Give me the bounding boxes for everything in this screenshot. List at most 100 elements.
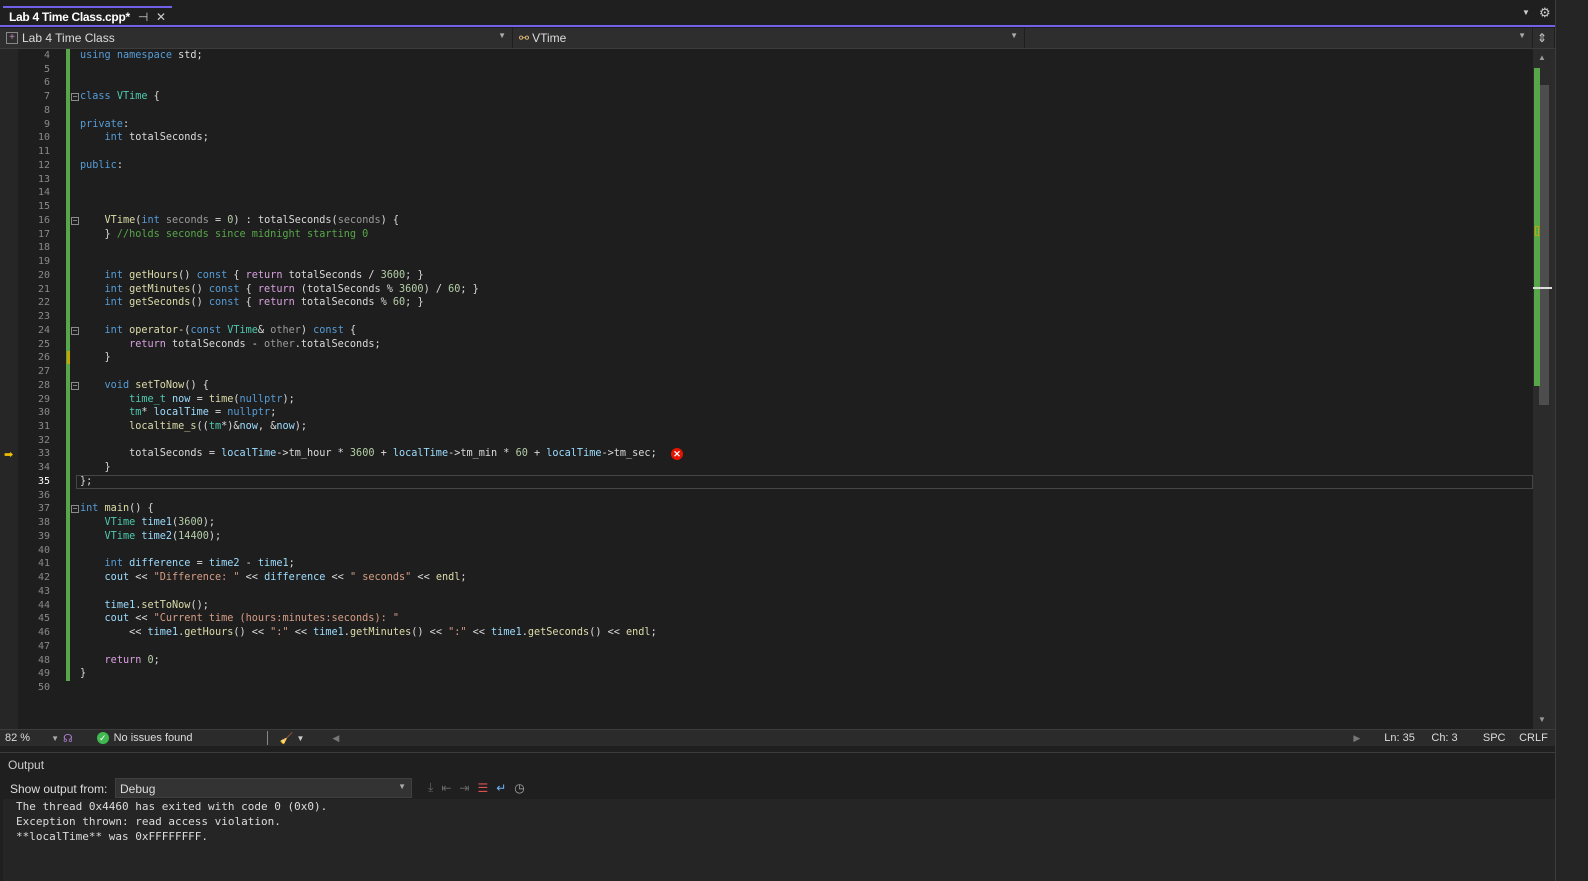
issues-status[interactable]: No issues found	[114, 732, 261, 744]
scrollbar-thumb[interactable]	[1539, 85, 1549, 405]
code-line[interactable]: int getMinutes() const { return (totalSe…	[80, 283, 479, 297]
line-number: 49	[37, 668, 50, 680]
pin-icon[interactable]: ⊣	[138, 10, 148, 24]
code-token: int	[104, 297, 123, 309]
line-ending[interactable]: CRLF	[1512, 732, 1555, 744]
code-token: nullptr	[239, 393, 283, 405]
code-token: int	[104, 558, 123, 570]
output-source-dropdown[interactable]: Debug ▼	[115, 778, 412, 798]
member-dropdown[interactable]: ▼	[1025, 28, 1533, 48]
column-indicator[interactable]: Ch: 3	[1431, 732, 1476, 744]
code-line[interactable]: }	[80, 461, 111, 475]
code-line[interactable]: cout << "Current time (hours:minutes:sec…	[80, 612, 399, 626]
code-line[interactable]: cout << "Difference: " << difference << …	[80, 571, 467, 585]
code-line[interactable]: void setToNow() {	[80, 379, 209, 393]
code-line[interactable]: VTime time1(3600);	[80, 516, 215, 530]
code-line[interactable]: class VTime {	[80, 90, 160, 104]
clear-all-icon[interactable]: ☰	[477, 781, 488, 795]
scroll-left-icon[interactable]: ◀	[332, 733, 339, 744]
scroll-right-icon[interactable]: ▶	[1353, 733, 1360, 744]
code-line[interactable]: public:	[80, 159, 123, 173]
code-token: *	[497, 448, 516, 460]
collapse-toggle-icon[interactable]: −	[71, 216, 79, 225]
word-wrap-icon[interactable]: ↵	[496, 781, 506, 795]
line-number: 40	[37, 544, 50, 556]
output-title: Output	[8, 758, 45, 772]
code-line[interactable]: return 0;	[80, 654, 160, 668]
code-line[interactable]: << time1.getHours() << ":" << time1.getM…	[80, 626, 657, 640]
find-message-icon[interactable]: ⤓	[428, 780, 433, 795]
line-number: 7	[43, 91, 50, 103]
code-token: std;	[172, 50, 203, 61]
indicator-margin[interactable]	[0, 49, 18, 729]
code-line[interactable]: int main() {	[80, 502, 154, 516]
code-token: };	[80, 475, 93, 487]
code-line[interactable]: VTime(int seconds = 0) : totalSeconds(se…	[80, 214, 399, 228]
code-line[interactable]: int operator-(const VTime& other) const …	[80, 324, 357, 338]
zoom-level[interactable]: 82 %	[0, 732, 51, 744]
cleanup-dropdown-icon[interactable]: ▼	[297, 734, 305, 743]
check-icon: ✓	[96, 732, 109, 744]
collapse-toggle-icon[interactable]: −	[71, 326, 79, 335]
code-cleanup-icon[interactable]: 🧹	[280, 732, 294, 745]
split-window-icon[interactable]: ⇕	[1533, 28, 1555, 48]
indent-mode[interactable]: SPC	[1477, 732, 1512, 744]
code-token: totalSeconds	[172, 338, 246, 350]
close-icon[interactable]: ✕	[156, 10, 166, 24]
code-line[interactable]: int getHours() const { return totalSecon…	[80, 269, 424, 283]
gear-icon[interactable]: ⚙	[1539, 5, 1551, 21]
code-line[interactable]: int getSeconds() const { return totalSec…	[80, 296, 424, 310]
code-line[interactable]: tm* localTime = nullptr;	[80, 406, 276, 420]
code-line[interactable]: totalSeconds = localTime->tm_hour * 3600…	[80, 447, 657, 461]
code-token: () {	[129, 503, 154, 515]
collapse-toggle-icon[interactable]: −	[71, 93, 79, 102]
scope-dropdown[interactable]: ⚯ VTime ▼	[513, 28, 1025, 48]
next-message-icon[interactable]: ⇥	[459, 781, 469, 795]
code-line[interactable]: using namespace std;	[80, 49, 203, 63]
code-line[interactable]: private:	[80, 118, 129, 132]
code-token: endl	[435, 572, 461, 584]
code-line[interactable]: } //holds seconds since midnight startin…	[80, 228, 369, 242]
right-tool-strip[interactable]	[1555, 0, 1588, 881]
scroll-down-arrow-icon[interactable]: ▼	[1538, 715, 1546, 724]
zoom-dropdown-icon[interactable]: ▼	[51, 734, 59, 743]
error-icon[interactable]: ✕	[671, 448, 683, 460]
code-token: main	[104, 503, 130, 515]
line-number: 50	[37, 682, 50, 694]
code-token: ) /	[423, 283, 449, 295]
code-line[interactable]: }	[80, 351, 111, 365]
line-number: 18	[37, 242, 50, 254]
output-line: The thread 0x4460 has exited with code 0…	[16, 800, 328, 813]
collapse-toggle-icon[interactable]: −	[71, 505, 79, 514]
code-line[interactable]: time_t now = time(nullptr);	[80, 393, 295, 407]
code-line[interactable]: localtime_s((tm*)&now, &now);	[80, 420, 307, 434]
code-line[interactable]: VTime time2(14400);	[80, 530, 222, 544]
tab-overflow-dropdown-icon[interactable]: ▼	[1522, 8, 1530, 17]
code-token: const	[196, 269, 228, 281]
code-token: return	[104, 654, 142, 666]
code-line[interactable]: return totalSeconds - other.totalSeconds…	[80, 338, 381, 352]
code-token: int	[104, 283, 123, 295]
project-dropdown[interactable]: + Lab 4 Time Class ▼	[0, 28, 513, 48]
code-line[interactable]: int totalSeconds;	[80, 131, 209, 145]
code-line[interactable]: };	[80, 475, 92, 489]
tab-lab4-time-class[interactable]: Lab 4 Time Class.cpp* ⊣ ✕	[3, 6, 172, 25]
output-line: **localTime** was 0xFFFFFFFF.	[16, 830, 209, 843]
code-token: () <<	[411, 627, 449, 639]
line-indicator[interactable]: Ln: 35	[1384, 732, 1431, 744]
code-line[interactable]: time1.setToNow();	[80, 599, 209, 613]
previous-message-icon[interactable]: ⇤	[441, 781, 451, 795]
code-token: {	[239, 297, 258, 309]
code-line[interactable]: }	[80, 667, 86, 681]
line-number: 48	[37, 654, 50, 666]
line-number: 27	[37, 366, 50, 378]
code-token: tm_sec	[613, 448, 651, 460]
clock-icon[interactable]: ◷	[514, 781, 524, 795]
collapse-toggle-icon[interactable]: −	[71, 381, 79, 390]
code-token: }	[80, 462, 111, 474]
copilot-icon[interactable]: ☊	[63, 732, 73, 745]
code-line[interactable]: int difference = time2 - time1;	[80, 557, 295, 571]
scroll-up-arrow-icon[interactable]: ▲	[1538, 53, 1546, 62]
